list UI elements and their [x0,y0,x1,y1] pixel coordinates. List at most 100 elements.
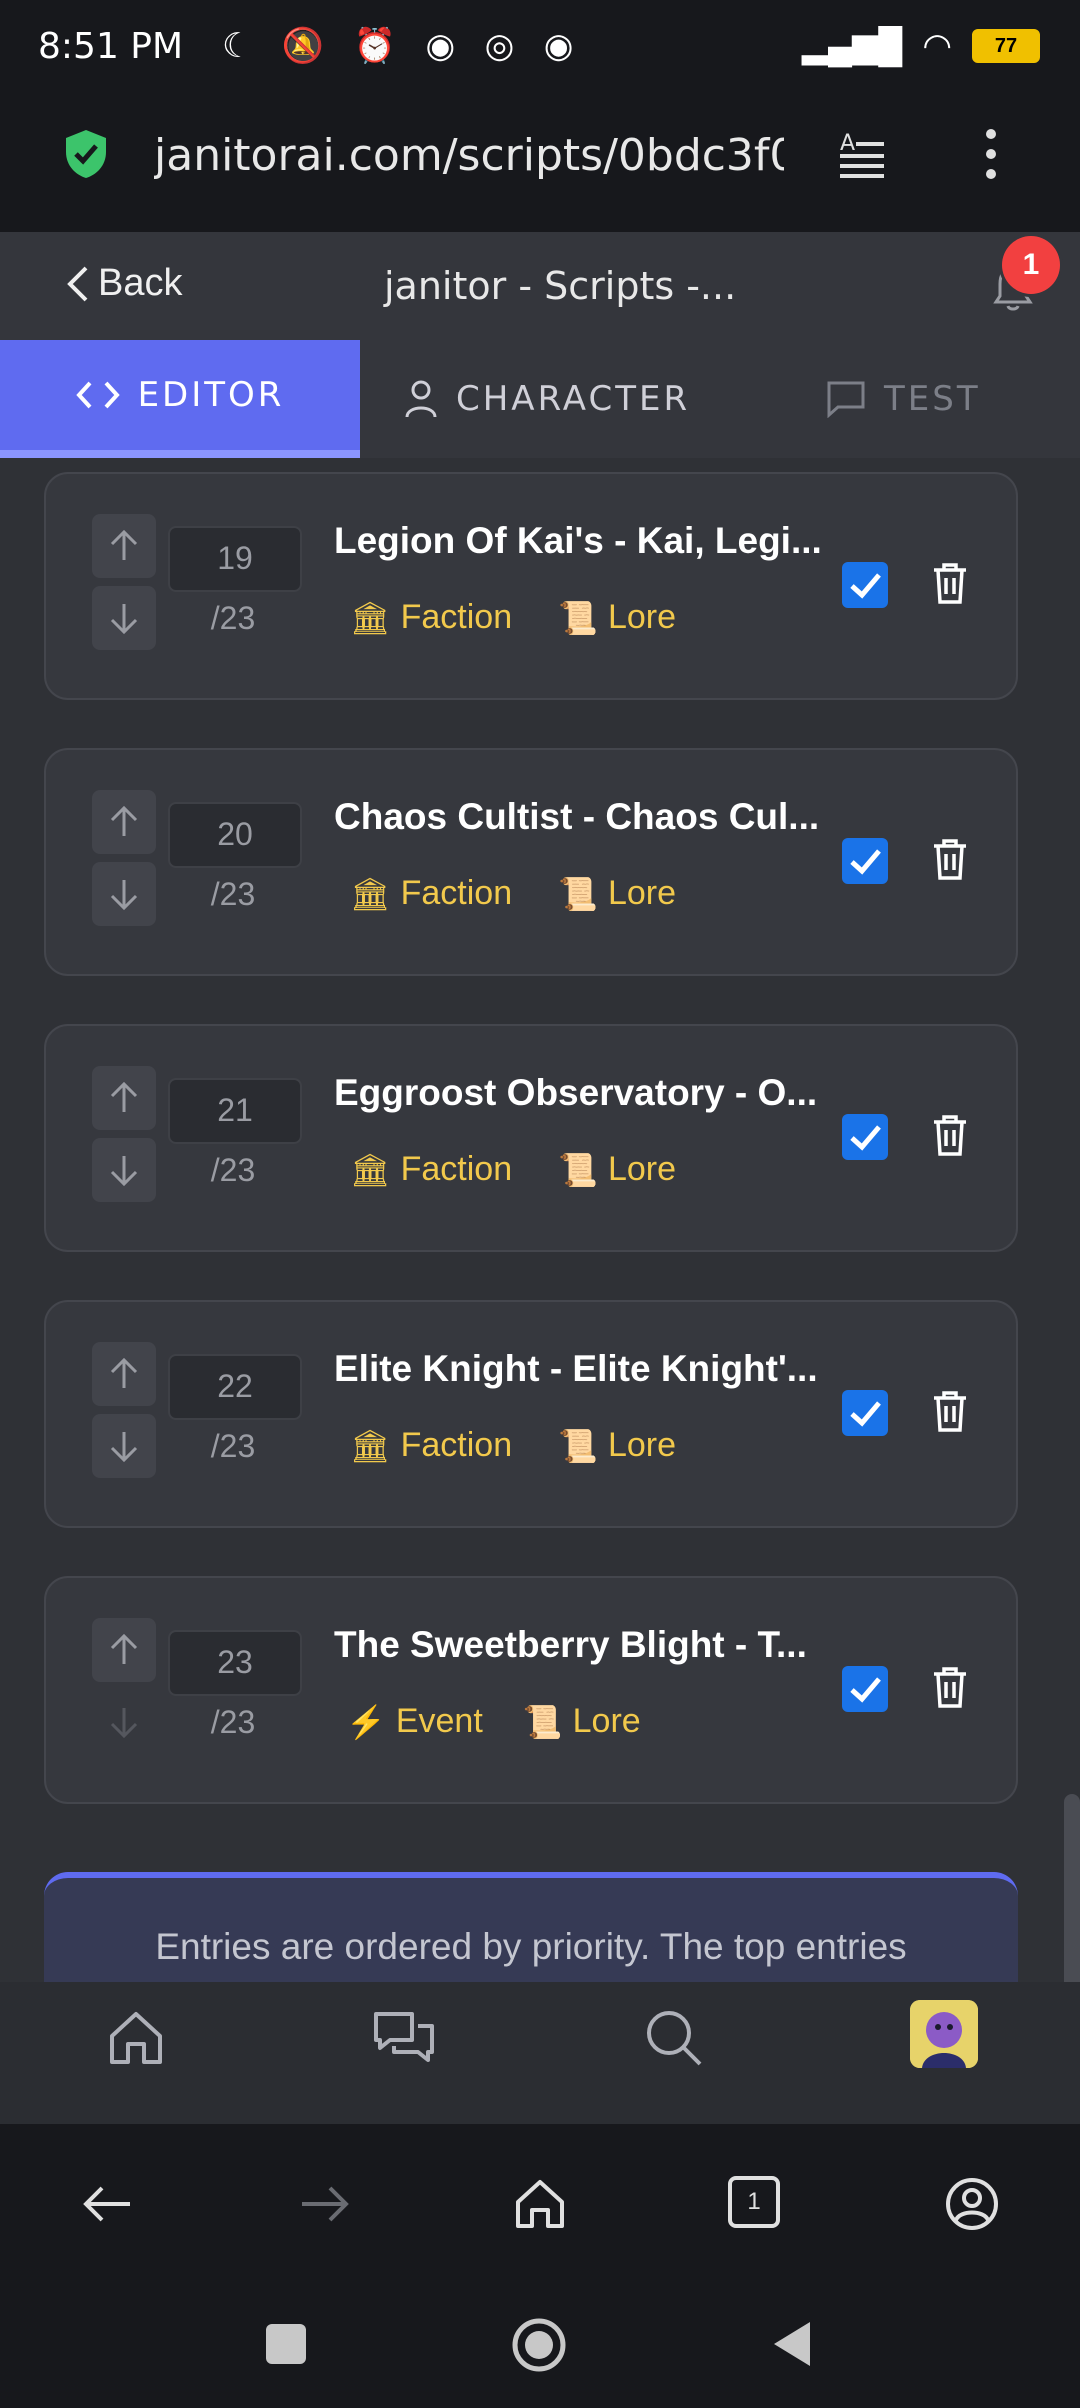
entry-title[interactable]: Legion Of Kai's - Kai, Legi... [334,520,822,562]
tag-label: Lore [607,598,677,636]
lightning-icon: ⚡ [346,1703,386,1740]
arrow-up-icon [110,1633,138,1664]
notification-icons: ☾ 🔕 ⏰ ◉ ◎ ◉ [222,27,584,65]
notification-badge[interactable]: 1 [1002,236,1060,294]
app-bottom-nav [0,1982,1080,2124]
tab-editor[interactable]: EDITOR [0,340,360,458]
chevron-left-icon [67,266,88,301]
tag-label: Event [395,1702,483,1740]
browser-back-icon[interactable] [80,2176,136,2232]
svg-text:A: A [840,131,855,156]
scroll-icon: 📜 [522,1703,563,1740]
system-back-button[interactable] [770,2320,812,2368]
move-up-button[interactable] [92,1066,156,1130]
home-icon[interactable] [104,2006,168,2070]
trash-icon[interactable] [930,1664,970,1710]
priority-input[interactable]: 23 [168,1630,302,1696]
entry-title[interactable]: The Sweetberry Blight - T... [334,1624,807,1666]
browser-forward-icon[interactable] [296,2176,352,2232]
scroll-icon: 📜 [558,1151,598,1188]
entry-card: 23 /23 The Sweetberry Blight - T... ⚡ Eve… [44,1576,1018,1804]
url-text[interactable]: janitorai.com/scripts/0bdc3f0 [154,130,784,181]
enabled-checkbox[interactable] [842,562,888,608]
entry-tags: 🏛 Faction 📜 Lore [350,1426,676,1465]
enabled-checkbox[interactable] [842,1666,888,1712]
back-label: Back [98,262,183,304]
tab-test[interactable]: TEST [826,340,981,458]
priority-total: /23 [210,876,256,912]
tag-faction: 🏛 Faction [350,874,512,913]
faction-icon: 🏛 [350,1427,391,1464]
faction-icon: 🏛 [350,875,391,912]
more-options-icon[interactable] [976,126,1006,182]
tag-lore: 📜 Lore [558,598,676,637]
entry-tags: ⚡ Event 📜 Lore [346,1702,641,1741]
avatar-image [910,2000,978,2068]
entry-title[interactable]: Chaos Cultist - Chaos Cul... [334,796,819,838]
priority-total: /23 [210,1428,256,1464]
search-icon[interactable] [642,2006,706,2070]
enabled-checkbox[interactable] [842,838,888,884]
entry-tags: 🏛 Faction 📜 Lore [350,874,676,913]
priority-input[interactable]: 20 [168,802,302,868]
scroll-icon: 📜 [558,1427,598,1464]
app-header: Back janitor - Scripts -... [0,232,1080,342]
entry-card: 19 /23 Legion Of Kai's - Kai, Legi... 🏛 F… [44,472,1018,700]
account-icon[interactable] [944,2176,1000,2232]
avatar[interactable] [910,2000,978,2068]
move-up-button[interactable] [92,514,156,578]
tab-test-label: TEST [884,379,981,419]
trash-icon[interactable] [930,560,970,606]
browser-url-bar: janitorai.com/scripts/0bdc3f0 A [0,96,1080,232]
scrollbar[interactable] [1064,1794,1080,1990]
arrow-down-icon [110,1432,138,1463]
entries-list: 19 /23 Legion Of Kai's - Kai, Legi... 🏛 F… [0,458,1080,1982]
move-down-button[interactable] [92,586,156,650]
enabled-checkbox[interactable] [842,1114,888,1160]
enabled-checkbox[interactable] [842,1390,888,1436]
tab-editor-label: EDITOR [137,375,285,415]
entry-title[interactable]: Elite Knight - Elite Knight'... [334,1348,818,1390]
entry-tags: 🏛 Faction 📜 Lore [350,598,676,637]
back-button[interactable]: Back [64,262,182,305]
shield-icon [66,130,106,178]
tag-label: Faction [400,874,513,912]
trash-icon[interactable] [930,1112,970,1158]
browser-toolbar: 1 [0,2124,1080,2280]
arrow-down-icon [110,880,138,911]
arrow-up-icon [110,1081,138,1112]
move-down-button[interactable] [92,862,156,926]
tab-character-label: CHARACTER [456,379,691,419]
tab-switcher-button[interactable]: 1 [728,2176,780,2228]
move-up-button[interactable] [92,1618,156,1682]
tag-label: Faction [400,598,513,636]
status-time: 8:51 PM [38,26,184,67]
tag-label: Faction [400,1426,513,1464]
trash-icon[interactable] [930,836,970,882]
priority-input[interactable]: 21 [168,1078,302,1144]
entry-card: 21 /23 Eggroost Observatory - O... 🏛 Fact… [44,1024,1018,1252]
move-up-button[interactable] [92,1342,156,1406]
move-down-button[interactable] [92,1138,156,1202]
recents-button[interactable] [266,2324,306,2364]
trash-icon[interactable] [930,1388,970,1434]
browser-home-icon[interactable] [512,2176,568,2232]
priority-input[interactable]: 22 [168,1354,302,1420]
home-button[interactable] [510,2316,568,2374]
chats-icon[interactable] [372,2006,436,2070]
entry-title[interactable]: Eggroost Observatory - O... [334,1072,817,1114]
tag-faction: 🏛 Faction [350,598,512,637]
tag-label: Lore [607,1426,677,1464]
tag-label: Lore [607,1150,677,1188]
entry-tags: 🏛 Faction 📜 Lore [350,1150,676,1189]
code-icon [75,381,120,409]
arrow-up-icon [110,1357,138,1388]
priority-total: /23 [210,1704,256,1740]
move-up-button[interactable] [92,790,156,854]
arrow-up-icon [110,529,138,560]
reader-mode-icon[interactable]: A [838,128,886,180]
tag-faction: 🏛 Faction [350,1426,512,1465]
priority-input[interactable]: 19 [168,526,302,592]
tab-character[interactable]: CHARACTER [404,340,690,458]
move-down-button[interactable] [92,1414,156,1478]
